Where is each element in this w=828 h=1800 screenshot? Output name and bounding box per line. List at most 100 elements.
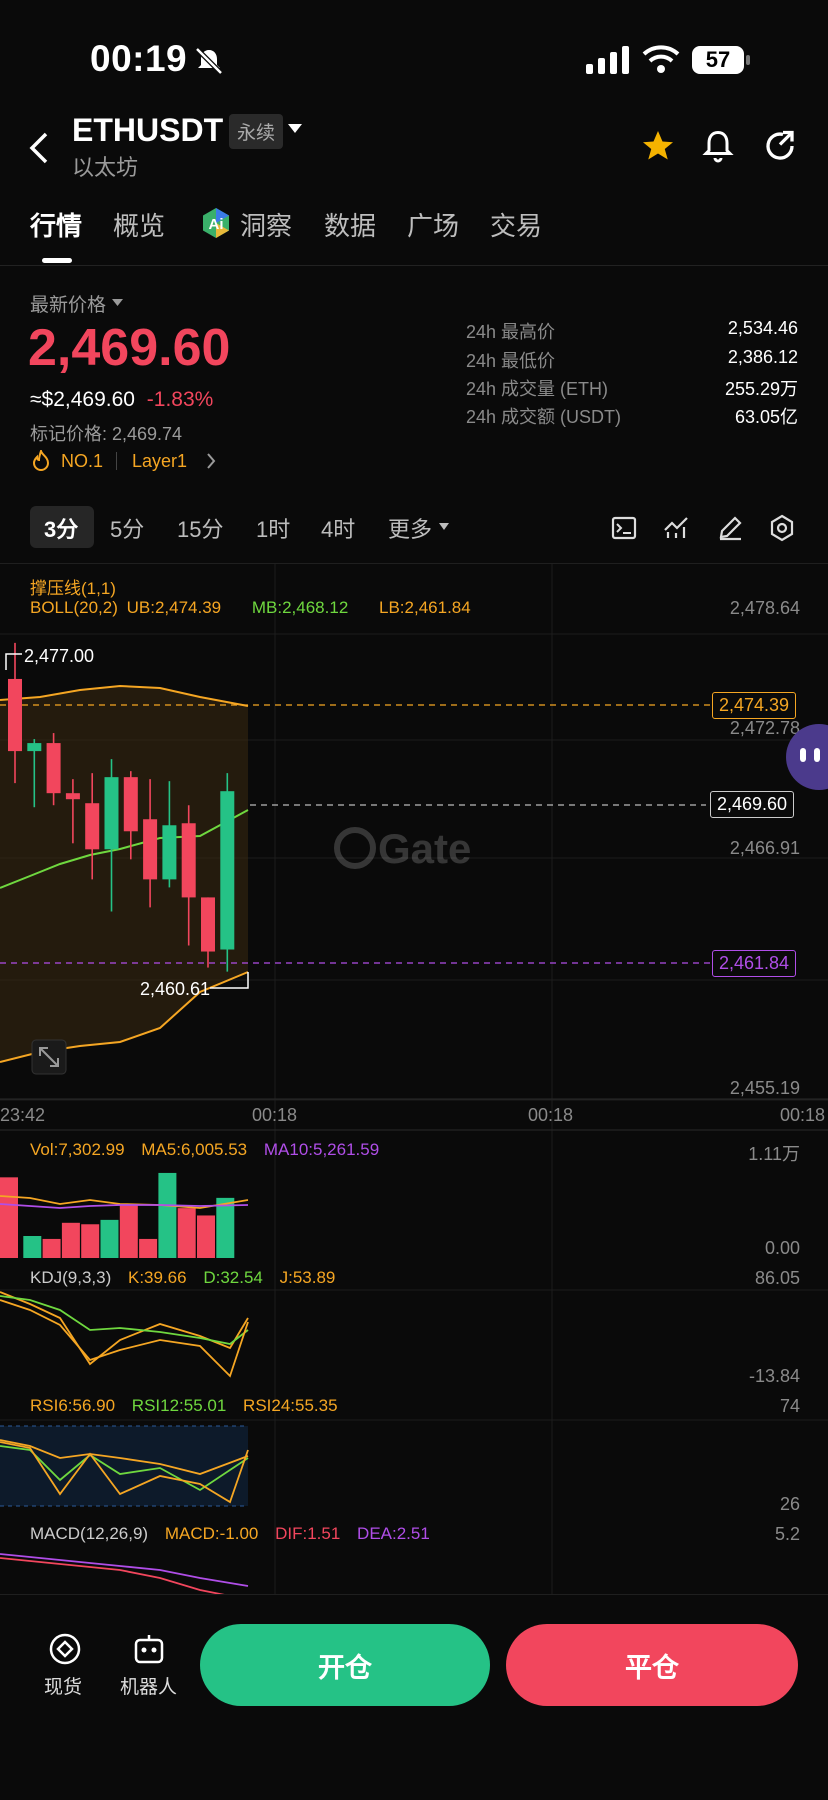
boll-legend: BOLL(20,2) UB:2,474.39 MB:2,468.12 LB:2,…	[30, 598, 471, 618]
price-label-dropdown-icon[interactable]	[112, 299, 123, 307]
favorite-star-icon[interactable]	[640, 128, 676, 164]
candle-body	[220, 791, 235, 950]
candle-body	[143, 819, 158, 880]
macd-axis-top: 5.2	[774, 1524, 800, 1544]
rsi-zone	[0, 1426, 248, 1506]
price-change: -1.83%	[146, 388, 214, 411]
contract-type-badge: 永续	[229, 114, 284, 149]
watermark-text: Gate	[378, 825, 471, 872]
back-icon[interactable]	[28, 130, 52, 166]
robot-label[interactable]: 机器人	[120, 1672, 177, 1699]
boll-mb: MB:2,468.12	[251, 598, 349, 617]
x-axis-label-2: 00:18	[252, 1105, 298, 1125]
interval-1h[interactable]: 1时	[256, 512, 290, 544]
macd-dif-line	[0, 1557, 225, 1594]
tab-overview[interactable]: 概览	[113, 206, 165, 243]
boll-lb: LB:2,461.84	[379, 598, 471, 617]
tab-market[interactable]: 行情	[30, 206, 82, 243]
rank-tag: NO.1	[61, 451, 104, 471]
interval-more[interactable]: 更多	[388, 512, 432, 544]
tab-bar: 行情 概览 Ai 洞察 数据 广场 交易	[30, 206, 590, 246]
stat-turnover-value: 63.05亿	[734, 407, 798, 427]
close-position-button[interactable]: 平仓	[506, 1624, 798, 1706]
interval-3m[interactable]: 3分	[44, 512, 78, 544]
indicator-icon[interactable]	[662, 514, 690, 542]
open-position-button[interactable]: 开仓	[200, 1624, 490, 1706]
ai-icon: Ai	[203, 208, 229, 238]
kdj-d: D:32.54	[203, 1268, 263, 1287]
status-time: 00:19	[90, 38, 188, 79]
category-tag[interactable]: Layer1	[132, 451, 187, 472]
volume-bar	[61, 1222, 80, 1258]
rsi6: RSI6:56.90	[30, 1396, 116, 1415]
candle-body	[46, 743, 61, 794]
symbol-name: 以太坊	[72, 155, 139, 180]
mark-price: 标记价格: 2,469.74	[30, 424, 183, 444]
spot-label[interactable]: 现货	[44, 1672, 82, 1699]
vol-ma10: MA10:5,261.59	[263, 1140, 380, 1159]
assistant-eye-right	[814, 748, 820, 762]
chart-mode-icon[interactable]	[610, 514, 638, 542]
open-position-label: 开仓	[318, 1652, 372, 1683]
kdj-d-line	[0, 1295, 249, 1345]
boll-label: BOLL(20,2)	[30, 598, 118, 617]
rsi-axis-bottom: 26	[779, 1494, 800, 1514]
price-usd-row: ≈$2,469.60 -1.83%	[30, 388, 213, 412]
macd-label: MACD(12,26,9)	[30, 1524, 149, 1543]
signal-icon	[586, 46, 629, 74]
more-dropdown-icon[interactable]	[439, 523, 449, 531]
alert-bell-icon[interactable]	[700, 128, 736, 164]
svg-text:Ai: Ai	[209, 216, 224, 233]
tab-trade[interactable]: 交易	[490, 206, 542, 243]
symbol-title[interactable]: ETHUSDT	[72, 112, 223, 149]
candle-body	[201, 897, 215, 952]
stat-volume-value: 255.29万	[724, 379, 798, 399]
tab-insight[interactable]: 洞察	[240, 206, 292, 243]
wifi-icon	[642, 45, 680, 73]
share-icon[interactable]	[762, 128, 798, 164]
symbol-dropdown-icon[interactable]	[288, 124, 302, 134]
upper-band-tag: 2,474.39	[712, 692, 797, 719]
candle-body	[162, 825, 177, 880]
interval-15m[interactable]: 15分	[177, 512, 223, 544]
macd-dea: DEA:2.51	[357, 1524, 430, 1543]
last-price-label[interactable]: 最新价格	[30, 290, 106, 317]
y-axis-label-4: 2,455.19	[729, 1078, 800, 1098]
bottom-bar-divider	[0, 1594, 828, 1595]
kdj-k: K:39.66	[127, 1268, 187, 1287]
battery-icon: 57	[692, 46, 744, 74]
kdj-axis-top: 86.05	[754, 1268, 800, 1288]
interval-5m[interactable]: 5分	[110, 512, 144, 544]
rsi24: RSI24:55.35	[243, 1396, 338, 1415]
tab-square[interactable]: 广场	[407, 206, 459, 243]
stat-high-value: 2,534.46	[727, 318, 798, 338]
close-position-label: 平仓	[625, 1652, 679, 1683]
chevron-right-icon[interactable]	[206, 452, 216, 470]
expand-icon[interactable]	[31, 1039, 67, 1075]
interval-4h[interactable]: 4时	[321, 512, 355, 544]
chart-settings-icon[interactable]	[768, 514, 796, 542]
overlay-title: 撑压线(1,1)	[30, 579, 116, 598]
x-axis-label-1: 23:42	[0, 1105, 46, 1125]
x-axis-label-4: 00:18	[780, 1105, 826, 1125]
spot-icon[interactable]	[48, 1632, 82, 1666]
stat-low-value: 2,386.12	[727, 347, 798, 367]
last-price-tag: 2,469.60	[710, 791, 795, 818]
volume-bar	[100, 1219, 119, 1258]
fire-icon	[32, 450, 50, 471]
high-marker-line	[5, 653, 22, 670]
volume-bar	[139, 1238, 158, 1258]
battery-level: 57	[705, 47, 731, 72]
boll-ub: UB:2,474.39	[126, 598, 222, 617]
tab-data[interactable]: 数据	[324, 206, 376, 243]
candle-body	[85, 803, 100, 850]
stat-volume-label: 24h 成交量 (ETH)	[466, 379, 609, 399]
stat-high-label: 24h 最高价	[466, 322, 556, 342]
stat-low-label: 24h 最低价	[466, 351, 556, 371]
candle-body	[8, 678, 22, 752]
y-axis-label-2: 2,472.78	[729, 718, 800, 738]
lower-band-tag: 2,461.84	[712, 950, 797, 977]
gate-watermark: Gate	[334, 825, 471, 872]
robot-icon[interactable]	[132, 1632, 166, 1666]
draw-pencil-icon[interactable]	[716, 514, 744, 542]
